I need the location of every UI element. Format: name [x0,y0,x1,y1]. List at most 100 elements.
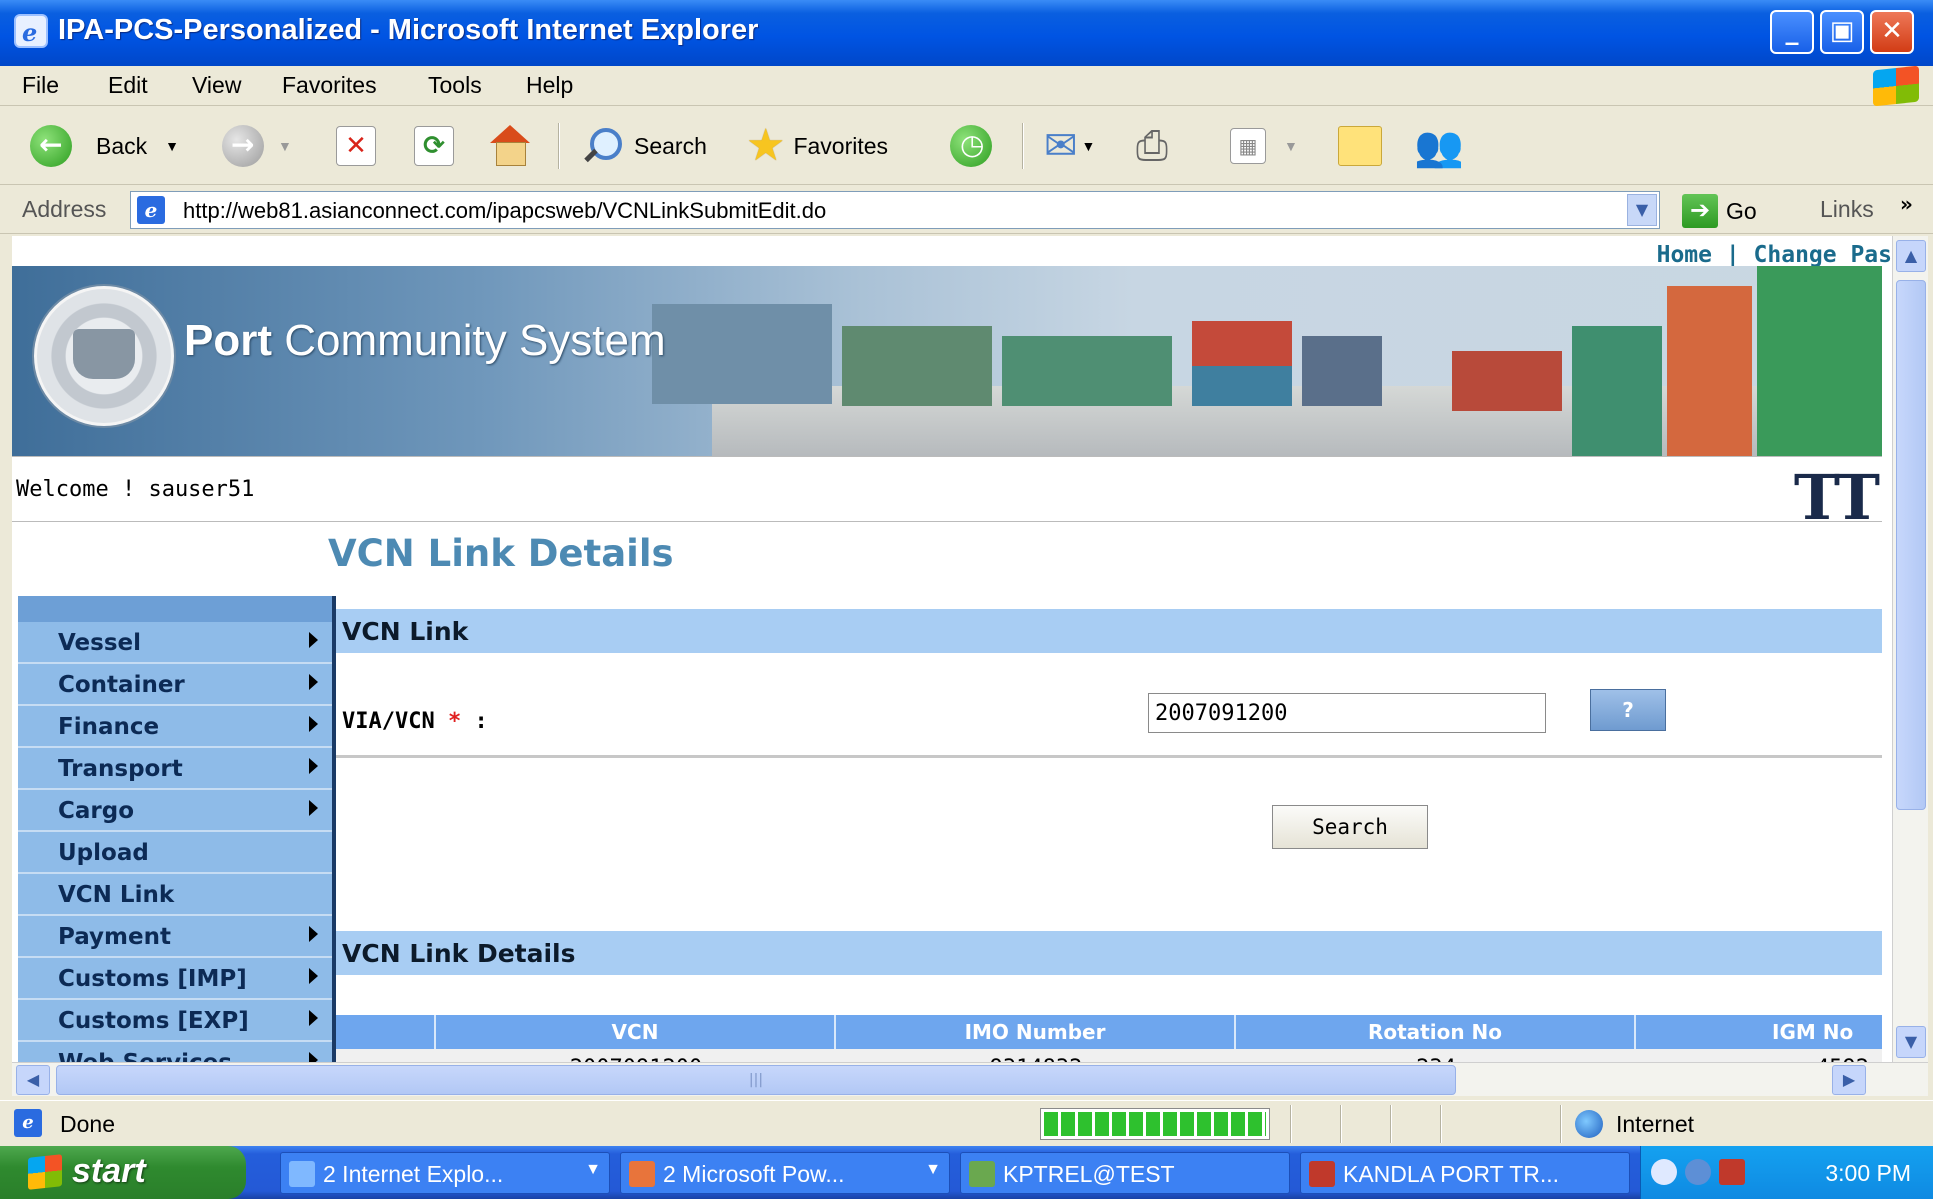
table-row[interactable]: 2007091200 9314832 234 4592 [336,1049,1882,1062]
address-dropdown-icon[interactable]: ▼ [1627,194,1657,226]
nav-item-customs-exp[interactable]: Customs [EXP] [18,1000,332,1042]
vertical-scrollbar[interactable]: ▲ ▼ [1892,236,1928,1062]
start-button[interactable]: start [0,1146,246,1199]
banner-container-shape [1192,366,1292,406]
nav-item-customs-imp[interactable]: Customs [IMP] [18,958,332,1000]
discuss-button[interactable] [1338,119,1382,173]
address-input[interactable]: e http://web81.asianconnect.com/ipapcswe… [130,191,1660,229]
clock: 3:00 PM [1825,1160,1911,1186]
scroll-down-icon[interactable]: ▼ [1896,1026,1926,1058]
scroll-left-icon[interactable]: ◀ [16,1065,50,1095]
search-toolbar-label: Search [634,132,707,159]
history-button[interactable]: ◷ [950,119,992,173]
back-button[interactable]: ← Back ▼ [30,119,179,173]
forward-button[interactable]: → ▼ [222,119,292,173]
edit-dropdown-icon[interactable]: ▼ [1284,138,1298,154]
forward-dropdown-icon[interactable]: ▼ [278,138,292,154]
scroll-up-icon[interactable]: ▲ [1896,240,1926,272]
cell-imo-number: 9314832 [836,1049,1236,1062]
title-bar: e IPA-PCS-Personalized - Microsoft Inter… [0,0,1933,66]
nav-item-label: Vessel [58,630,142,656]
nav-item-label: Customs [EXP] [58,1008,249,1034]
links-toolbar[interactable]: Links [1820,196,1874,223]
toolbar: ← Back ▼ → ▼ ✕ ⟳ Search ★ Favorites ◷ ✉ … [0,107,1933,185]
mail-icon: ✉ [1044,124,1078,168]
nav-item-label: Web Services [58,1050,232,1062]
address-url[interactable]: http://web81.asianconnect.com/ipapcsweb/… [183,198,826,224]
submenu-arrow-icon [309,1052,318,1062]
task-powerpoint[interactable]: 2 Microsoft Pow... ▼ [620,1152,950,1194]
via-vcn-input[interactable] [1148,693,1546,733]
page-icon: e [137,196,165,224]
vcn-link-section-header: VCN Link [336,609,1882,653]
cell-select [336,1049,436,1062]
banner-title-rest: Community System [272,316,666,365]
column-header-imo-number[interactable]: IMO Number [836,1015,1236,1049]
mail-dropdown-icon[interactable]: ▼ [1082,138,1096,154]
vertical-scroll-thumb[interactable] [1896,280,1926,810]
back-arrow-icon: ← [30,125,72,167]
nav-item-cargo[interactable]: Cargo [18,790,332,832]
edit-button[interactable]: ▦ ▼ [1230,119,1298,173]
search-button[interactable]: Search [1272,805,1428,849]
task-group-arrow-icon: ▼ [585,1161,601,1178]
menu-help[interactable]: Help [526,72,573,99]
back-dropdown-icon[interactable]: ▼ [165,138,179,154]
task-kandla-port[interactable]: KANDLA PORT TR... [1300,1152,1630,1194]
address-bar: Address e http://web81.asianconnect.com/… [0,186,1933,234]
progress-bar [1040,1108,1270,1140]
column-header-igm-no[interactable]: IGM No [1636,1015,1892,1049]
horizontal-scroll-thumb[interactable]: ||| [56,1065,1456,1095]
status-pane-divider [1290,1105,1292,1143]
nav-item-payment[interactable]: Payment [18,916,332,958]
menu-edit[interactable]: Edit [108,72,148,99]
close-button[interactable]: ✕ [1870,10,1914,54]
messenger-icon: 👥 [1414,124,1464,169]
mail-button[interactable]: ✉ ▼ [1044,119,1095,173]
search-toolbar-button[interactable]: Search [582,119,707,173]
cell-vcn: 2007091200 [436,1049,836,1062]
links-chevron-icon[interactable]: » [1900,192,1913,216]
nav-item-container[interactable]: Container [18,664,332,706]
messenger-button[interactable]: 👥 [1414,119,1464,173]
minimize-button[interactable]: _ [1770,10,1814,54]
nav-item-vcn-link[interactable]: VCN Link [18,874,332,916]
tray-app-icon[interactable] [1719,1159,1745,1185]
nav-item-transport[interactable]: Transport [18,748,332,790]
page-viewport: Home | Change Pas Port Community System … [12,236,1892,1062]
nav-item-upload[interactable]: Upload [18,832,332,874]
page-done-icon: e [14,1109,42,1137]
menu-view[interactable]: View [192,72,241,99]
task-kptrel[interactable]: KPTREL@TEST [960,1152,1290,1194]
vcn-help-button[interactable]: ? [1590,689,1666,731]
page-title: VCN Link Details [328,532,674,575]
go-button[interactable]: ➔ Go [1682,193,1757,229]
home-button[interactable] [488,119,532,173]
cell-igm-no: 4592 [1636,1049,1892,1062]
menu-favorites[interactable]: Favorites [282,72,377,99]
windows-logo-icon [1873,65,1919,107]
favorites-toolbar-button[interactable]: ★ Favorites [746,119,888,173]
print-button[interactable]: ⎙ [1136,119,1168,173]
top-links[interactable]: Home | Change Pas [1657,242,1892,268]
refresh-button[interactable]: ⟳ [414,119,454,173]
tray-expand-icon[interactable] [1651,1159,1677,1185]
horizontal-scrollbar[interactable]: ◀ ||| ▶ [12,1062,1928,1096]
column-header-vcn[interactable]: VCN [436,1015,836,1049]
left-nav-menu: Vessel Container Finance Transport Cargo… [18,596,336,1062]
stop-button[interactable]: ✕ [336,119,376,173]
task-internet-explorer[interactable]: 2 Internet Explo... ▼ [280,1152,610,1194]
restore-button[interactable]: ▣ [1820,10,1864,54]
banner-container-shape [652,304,832,404]
nav-item-vessel[interactable]: Vessel [18,622,332,664]
edit-icon: ▦ [1230,128,1266,164]
column-header-rotation-no[interactable]: Rotation No [1236,1015,1636,1049]
progress-fill [1044,1112,1266,1136]
network-icon[interactable] [1685,1159,1711,1185]
menu-file[interactable]: File [22,72,59,99]
menu-tools[interactable]: Tools [428,72,482,99]
header-banner: Port Community System [12,266,1882,456]
nav-item-finance[interactable]: Finance [18,706,332,748]
nav-item-web-services[interactable]: Web Services [18,1042,332,1062]
scroll-right-icon[interactable]: ▶ [1832,1065,1866,1095]
